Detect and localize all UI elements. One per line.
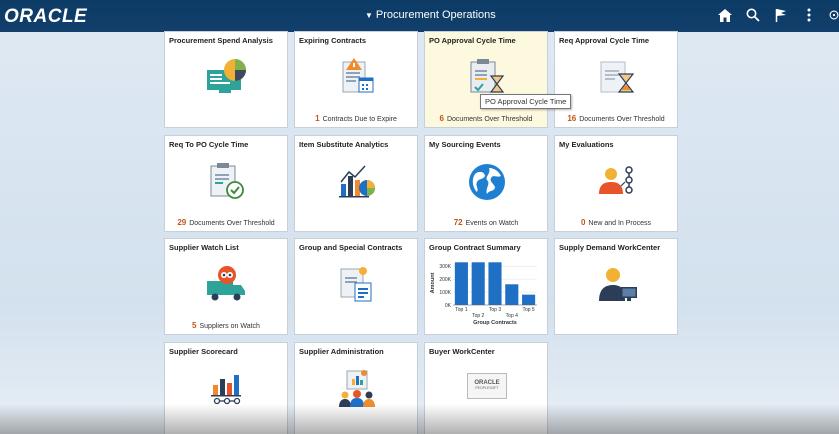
tile-count-label: New and In Process bbox=[588, 220, 652, 227]
tile-count-text: 6 Documents Over Threshold bbox=[425, 114, 547, 123]
tile-count-text: 0 New and In Process bbox=[555, 218, 677, 227]
supplier-admin-icon bbox=[335, 367, 379, 411]
tile-req-approval-cycle-time[interactable]: Req Approval Cycle Time 16 Documents Over… bbox=[554, 31, 678, 128]
tile-count-label: Contracts Due to Expire bbox=[322, 116, 397, 123]
tile-supplier-watch-list[interactable]: Supplier Watch List 5 Suppliers on Watch bbox=[164, 238, 288, 335]
y-tick-label: 0K bbox=[445, 303, 452, 309]
tile-procurement-spend-analysis[interactable]: Procurement Spend Analysis bbox=[164, 31, 288, 128]
tile-count-label: Documents Over Threshold bbox=[189, 220, 275, 227]
tile-my-sourcing-events[interactable]: My Sourcing Events 72 Events on Watch bbox=[424, 135, 548, 232]
bar bbox=[471, 262, 485, 305]
logo-line2: PEOPLESOFT bbox=[475, 386, 499, 390]
flag-icon[interactable] bbox=[773, 7, 789, 23]
tile-count-label: Documents Over Threshold bbox=[446, 116, 533, 123]
navigator-icon[interactable] bbox=[829, 7, 839, 23]
workcenter-person-icon bbox=[595, 263, 639, 307]
globe-icon bbox=[465, 160, 509, 204]
spend-analysis-icon bbox=[205, 56, 249, 100]
tile-item-substitute-analytics[interactable]: Item Substitute Analytics bbox=[294, 135, 418, 232]
tile-count: 16 bbox=[567, 114, 577, 123]
supplier-watch-icon bbox=[205, 263, 249, 307]
tile-count-label: Documents Over Threshold bbox=[579, 116, 665, 123]
tile-count-label: Events on Watch bbox=[465, 220, 519, 227]
tile-title: My Sourcing Events bbox=[429, 140, 501, 149]
caret-down-icon: ▼ bbox=[365, 10, 373, 20]
tile-req-to-po-cycle-time[interactable]: Req To PO Cycle Time 29 Documents Over Th… bbox=[164, 135, 288, 232]
bar bbox=[522, 294, 536, 305]
y-tick-label: 200K bbox=[439, 277, 451, 283]
tile-title: Group and Special Contracts bbox=[299, 243, 403, 252]
oracle-logo[interactable]: ORACLE bbox=[4, 6, 87, 28]
y-axis-label: Amount bbox=[430, 272, 436, 293]
tile-count-text: 5 Suppliers on Watch bbox=[165, 321, 287, 330]
x-tick-label: Top 5 bbox=[522, 307, 534, 313]
tile-count-text: 16 Documents Over Threshold bbox=[555, 114, 677, 123]
y-tick-label: 100K bbox=[439, 290, 451, 296]
group-contract-chart[interactable]: 0K 100K 200K 300KAmount Top 1 Top 2 Top 3 Top 4… bbox=[427, 253, 545, 333]
tile-group-and-special-contracts[interactable]: Group and Special Contracts bbox=[294, 238, 418, 335]
expiring-contracts-icon bbox=[335, 56, 379, 100]
tile-title: PO Approval Cycle Time bbox=[429, 36, 516, 45]
x-tick-label: Top 4 bbox=[506, 313, 518, 319]
x-tick-label: Top 1 bbox=[455, 307, 467, 313]
tile-count-text: 72 Events on Watch bbox=[425, 218, 547, 227]
bar bbox=[505, 284, 519, 305]
tile-supply-demand-workcenter[interactable]: Supply Demand WorkCenter bbox=[554, 238, 678, 335]
req-approval-icon bbox=[595, 56, 639, 100]
tile-title: Procurement Spend Analysis bbox=[169, 36, 273, 45]
tile-po-approval-cycle-time[interactable]: PO Approval Cycle Time 6 Documents Over T… bbox=[424, 31, 548, 128]
top-banner: ORACLE ▼ Procurement Operations bbox=[0, 0, 839, 32]
tile-count-text: 1 Contracts Due to Expire bbox=[295, 114, 417, 123]
analytics-icon bbox=[335, 160, 379, 204]
tile-my-evaluations[interactable]: My Evaluations 0 New and In Process bbox=[554, 135, 678, 232]
tile-title: Req Approval Cycle Time bbox=[559, 36, 650, 45]
tile-title: Supplier Watch List bbox=[169, 243, 239, 252]
x-axis-label: Group Contracts bbox=[473, 320, 517, 326]
search-icon[interactable] bbox=[745, 7, 761, 23]
oracle-peoplesoft-logo: ORACLE PEOPLESOFT bbox=[467, 373, 507, 399]
tile-count: 29 bbox=[177, 218, 187, 227]
tile-expiring-contracts[interactable]: Expiring Contracts 1 Contracts Due to Exp… bbox=[294, 31, 418, 128]
tile-count: 5 bbox=[192, 321, 197, 330]
req-to-po-icon bbox=[205, 160, 249, 204]
bar bbox=[488, 262, 502, 305]
tile-count: 1 bbox=[315, 114, 320, 123]
tile-title: Expiring Contracts bbox=[299, 36, 367, 45]
bottom-shade bbox=[0, 404, 839, 434]
scorecard-icon bbox=[205, 367, 249, 411]
tile-title: Supplier Scorecard bbox=[169, 347, 238, 356]
tile-count-text: 29 Documents Over Threshold bbox=[165, 218, 287, 227]
homepage-title: Procurement Operations bbox=[375, 9, 496, 21]
x-tick-label: Top 2 bbox=[472, 313, 484, 319]
tile-supplier-administration[interactable]: Supplier Administration bbox=[294, 342, 418, 434]
tile-title: Item Substitute Analytics bbox=[299, 140, 389, 149]
tile-count: 0 bbox=[580, 218, 586, 227]
tile-count-label: Suppliers on Watch bbox=[199, 323, 260, 330]
bar bbox=[454, 262, 468, 305]
tile-title: Req To PO Cycle Time bbox=[169, 140, 249, 149]
tile-title: Buyer WorkCenter bbox=[429, 347, 495, 356]
tile-buyer-workcenter[interactable]: Buyer WorkCenter ORACLE PEOPLESOFT bbox=[424, 342, 548, 434]
y-tick-label: 300K bbox=[439, 264, 451, 270]
tile-group-contract-summary[interactable]: Group Contract Summary 0K 100K 200K 300K Amo… bbox=[424, 238, 548, 335]
tile-title: Supplier Administration bbox=[299, 347, 384, 356]
tile-tooltip: PO Approval Cycle Time bbox=[480, 94, 572, 109]
tile-title: Supply Demand WorkCenter bbox=[559, 243, 661, 252]
group-contracts-icon bbox=[335, 263, 379, 307]
more-icon[interactable] bbox=[801, 7, 817, 23]
tile-count: 72 bbox=[453, 218, 463, 227]
tile-title: My Evaluations bbox=[559, 140, 614, 149]
tile-supplier-scorecard[interactable]: Supplier Scorecard bbox=[164, 342, 288, 434]
evaluations-icon bbox=[595, 160, 639, 204]
x-tick-label: Top 3 bbox=[489, 307, 501, 313]
tile-count: 6 bbox=[439, 114, 444, 123]
tile-title: Group Contract Summary bbox=[429, 243, 521, 252]
home-icon[interactable] bbox=[717, 7, 733, 23]
homepage-selector[interactable]: ▼ Procurement Operations bbox=[365, 9, 496, 21]
